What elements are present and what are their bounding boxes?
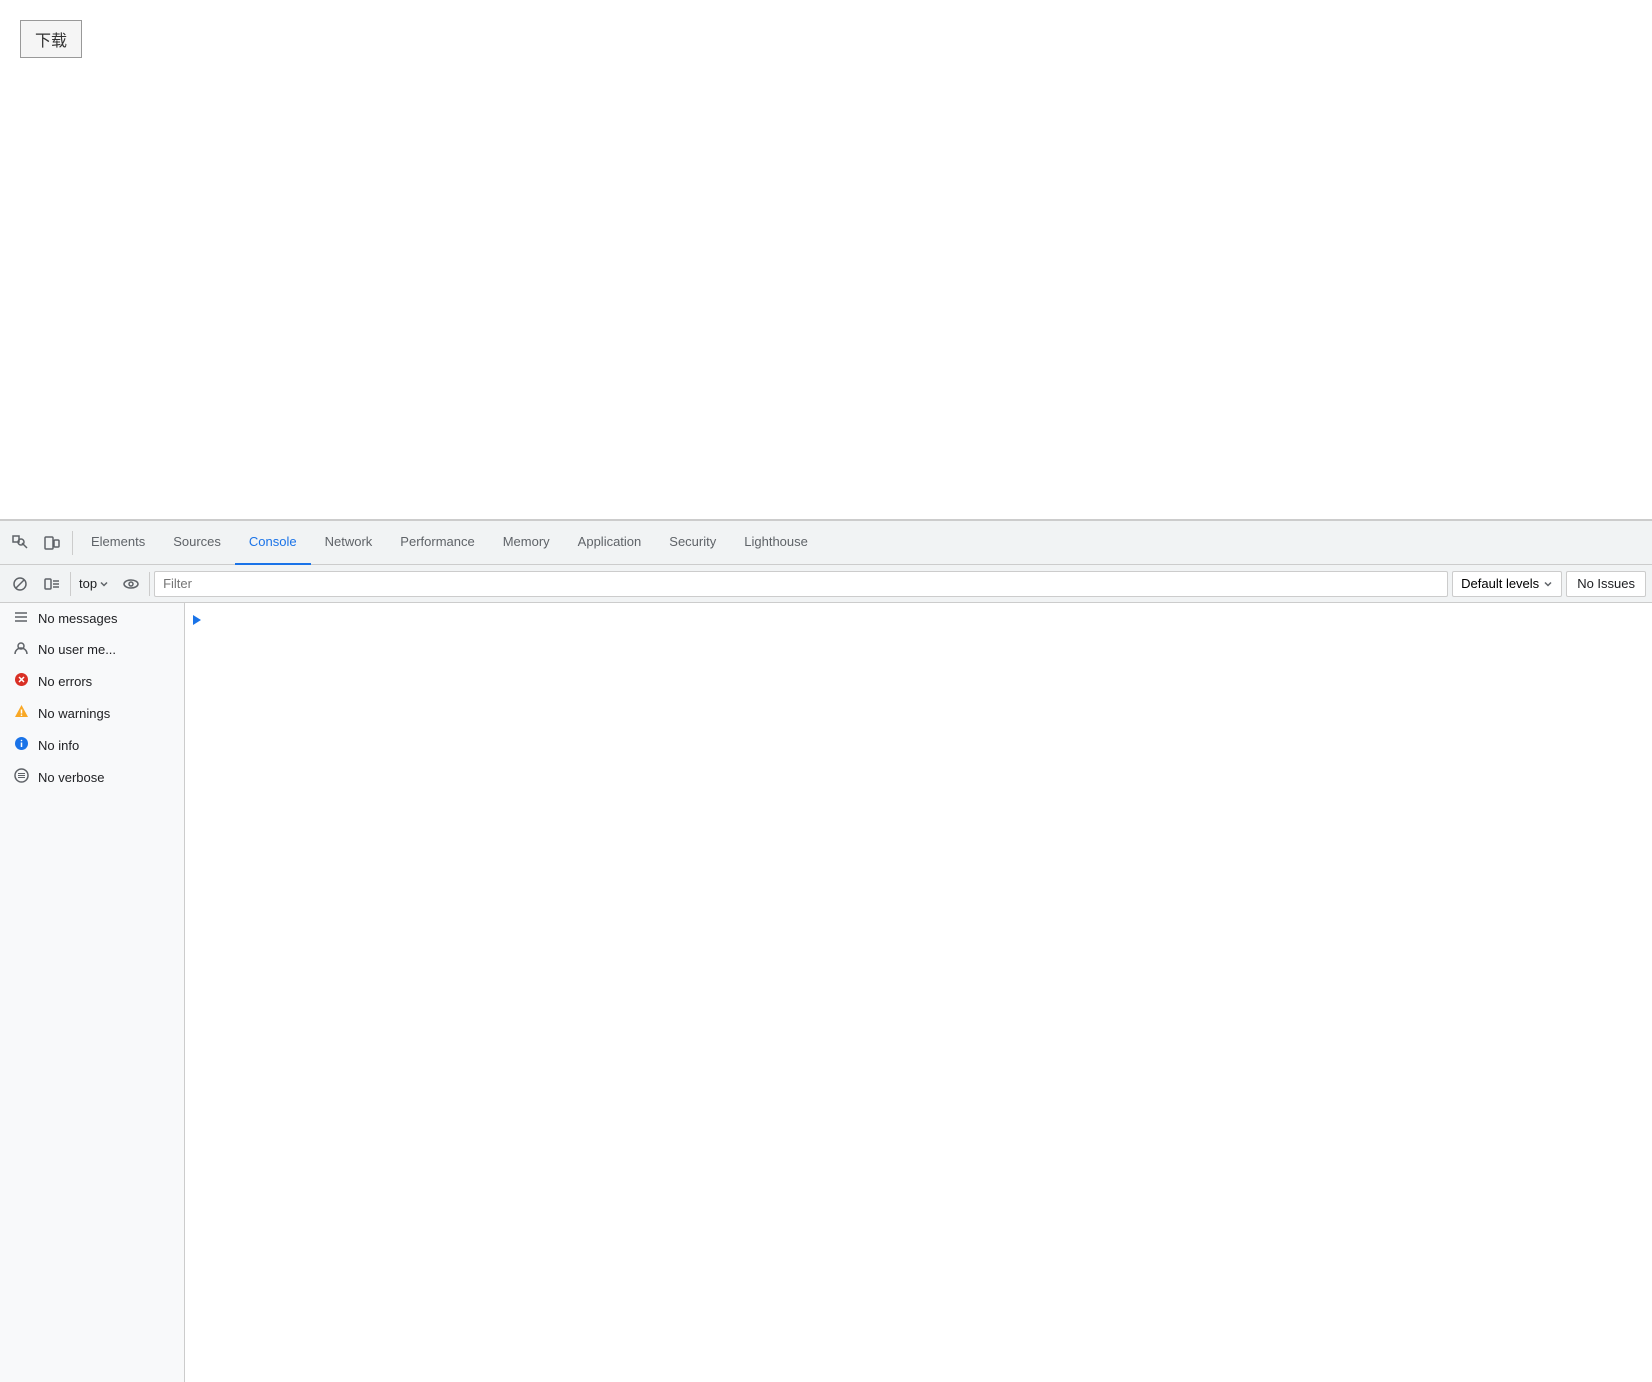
verbose-icon <box>12 768 30 786</box>
prompt-chevron-icon <box>193 615 201 625</box>
page-content: 下载 <box>0 0 1652 520</box>
filter-input[interactable] <box>154 571 1448 597</box>
tab-application[interactable]: Application <box>564 521 656 565</box>
tab-security[interactable]: Security <box>655 521 730 565</box>
console-body: No messages No user me... <box>0 603 1652 1382</box>
list-icon <box>12 610 30 627</box>
tab-network[interactable]: Network <box>311 521 387 565</box>
toolbar-separator <box>72 531 73 555</box>
warning-icon <box>12 704 30 722</box>
sidebar-label-no-user-messages: No user me... <box>38 642 116 657</box>
clear-console-button[interactable] <box>6 570 34 598</box>
filter-toggle-button[interactable] <box>38 570 66 598</box>
context-selector[interactable]: top <box>75 574 113 593</box>
user-icon <box>12 641 30 658</box>
console-toolbar: top Default levels No Issues <box>0 565 1652 603</box>
context-label: top <box>79 576 97 591</box>
tab-elements[interactable]: Elements <box>77 521 159 565</box>
download-button[interactable]: 下载 <box>20 20 82 58</box>
console-main[interactable] <box>185 603 1652 1382</box>
inspect-element-button[interactable] <box>4 527 36 559</box>
toolbar-separator-3 <box>149 572 150 596</box>
tab-console[interactable]: Console <box>235 521 311 565</box>
console-sidebar: No messages No user me... <box>0 603 185 1382</box>
default-levels-button[interactable]: Default levels <box>1452 571 1562 597</box>
devtools-panel: Elements Sources Console Network Perform… <box>0 520 1652 1382</box>
console-prompt <box>185 607 1652 629</box>
sidebar-label-no-verbose: No verbose <box>38 770 104 785</box>
sidebar-item-no-user-messages[interactable]: No user me... <box>0 634 184 665</box>
toolbar-separator-2 <box>70 572 71 596</box>
tab-sources[interactable]: Sources <box>159 521 235 565</box>
sidebar-item-no-warnings[interactable]: No warnings <box>0 697 184 729</box>
no-issues-button[interactable]: No Issues <box>1566 571 1646 597</box>
sidebar-item-no-errors[interactable]: No errors <box>0 665 184 697</box>
sidebar-label-no-errors: No errors <box>38 674 92 689</box>
device-toggle-button[interactable] <box>36 527 68 559</box>
default-levels-label: Default levels <box>1461 576 1539 591</box>
eye-button[interactable] <box>117 570 145 598</box>
tab-performance[interactable]: Performance <box>386 521 488 565</box>
info-icon <box>12 736 30 754</box>
tab-memory[interactable]: Memory <box>489 521 564 565</box>
error-icon <box>12 672 30 690</box>
sidebar-label-no-warnings: No warnings <box>38 706 110 721</box>
sidebar-label-no-info: No info <box>38 738 79 753</box>
sidebar-item-no-info[interactable]: No info <box>0 729 184 761</box>
sidebar-label-no-messages: No messages <box>38 611 117 626</box>
sidebar-item-no-verbose[interactable]: No verbose <box>0 761 184 793</box>
sidebar-item-no-messages[interactable]: No messages <box>0 603 184 634</box>
devtools-tabs-bar: Elements Sources Console Network Perform… <box>0 521 1652 565</box>
tab-lighthouse[interactable]: Lighthouse <box>730 521 822 565</box>
